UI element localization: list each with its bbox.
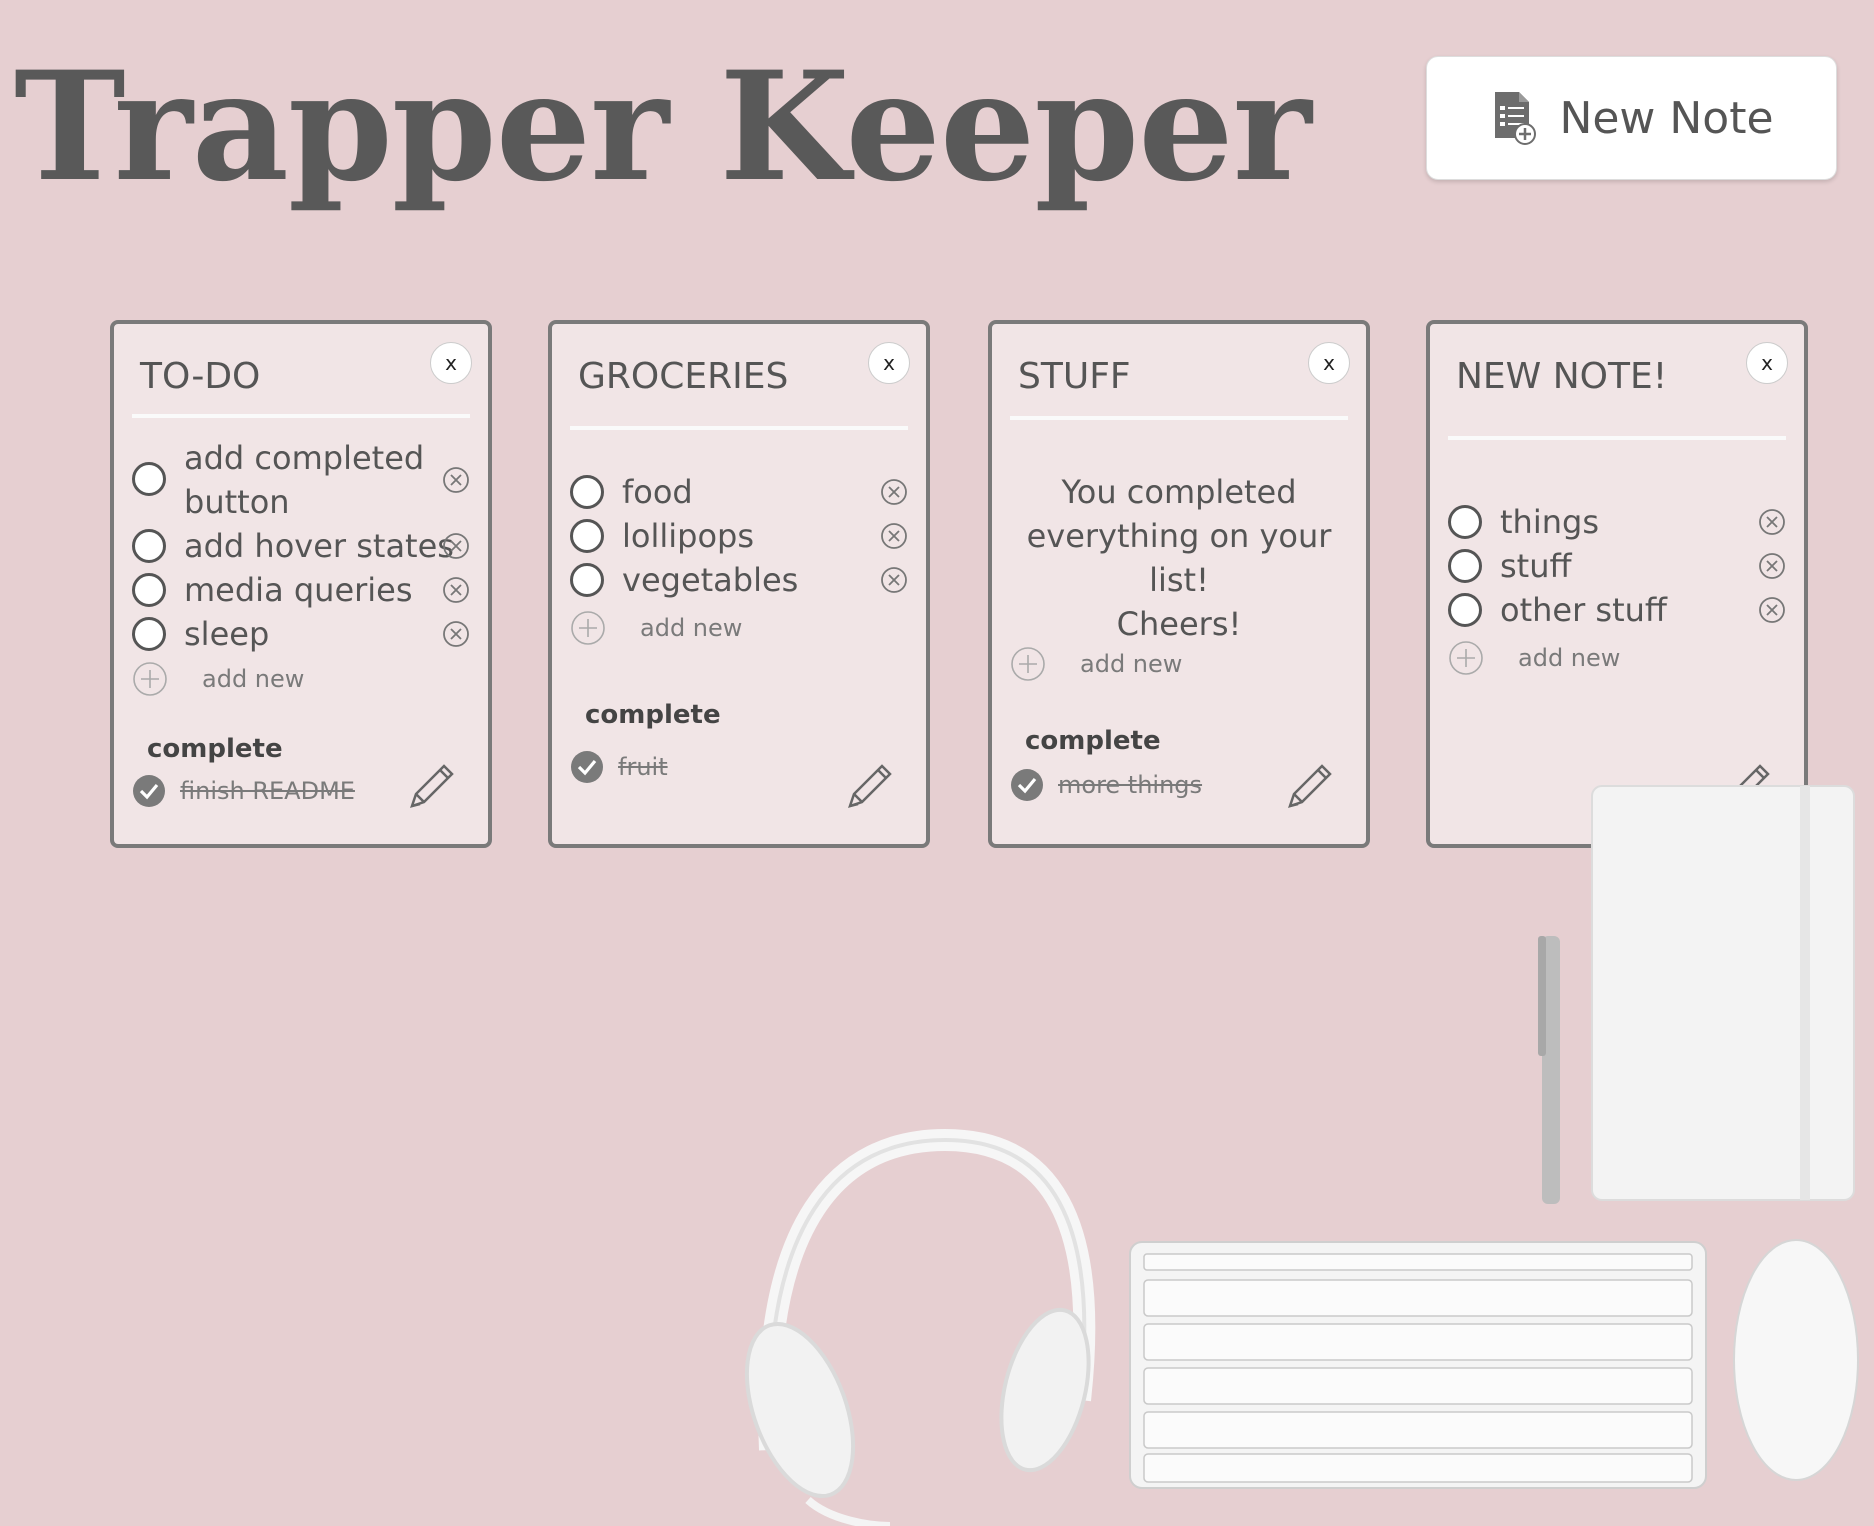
item-checkbox[interactable]	[132, 573, 166, 607]
item-checkbox[interactable]	[132, 529, 166, 563]
pen-image	[1538, 936, 1560, 1204]
plus-circle-icon	[1448, 640, 1484, 676]
headphones-image	[744, 1128, 1096, 1526]
empty-message-line: everything on your list!	[1026, 517, 1332, 599]
add-new-label[interactable]: add new	[1518, 640, 1620, 676]
complete-heading: complete	[147, 734, 283, 764]
new-note-label: New Note	[1559, 92, 1774, 144]
list-item: add hover states	[132, 524, 474, 568]
item-text[interactable]: stuff	[1500, 544, 1572, 588]
new-note-button[interactable]: New Note	[1426, 56, 1837, 180]
check-circle-icon[interactable]	[132, 774, 166, 808]
list-item: add completed button	[132, 436, 474, 524]
complete-heading: complete	[1025, 726, 1161, 756]
pencil-icon[interactable]	[404, 758, 460, 814]
item-checkbox[interactable]	[570, 563, 604, 597]
item-text-continued[interactable]: button	[184, 480, 290, 524]
delete-item-icon[interactable]	[442, 576, 470, 604]
note-title: GROCERIES	[578, 356, 789, 397]
complete-heading: complete	[585, 700, 721, 730]
note-title: NEW NOTE!	[1456, 356, 1668, 397]
empty-message-line: Cheers!	[1116, 605, 1242, 643]
list-item: vegetables	[570, 558, 912, 602]
item-text[interactable]: sleep	[184, 612, 269, 656]
plus-circle-icon	[132, 661, 168, 697]
completed-item-text: finish README	[180, 777, 355, 805]
title-divider	[1448, 436, 1786, 440]
note-card-todo: TO-DO x add completed button add hover s…	[110, 320, 492, 848]
item-checkbox[interactable]	[132, 462, 166, 496]
add-new-label[interactable]: add new	[202, 661, 304, 697]
item-text[interactable]: food	[622, 470, 693, 514]
mouse-image	[1733, 1239, 1859, 1481]
delete-item-icon[interactable]	[442, 466, 470, 494]
delete-item-icon[interactable]	[442, 532, 470, 560]
title-divider	[132, 414, 470, 418]
list-item: media queries	[132, 568, 474, 612]
item-text[interactable]: media queries	[184, 568, 413, 612]
keyboard-image	[1129, 1241, 1707, 1489]
close-note-button[interactable]: x	[1746, 342, 1788, 384]
completed-item-text: fruit	[618, 753, 668, 781]
delete-item-icon[interactable]	[1758, 596, 1786, 624]
item-text[interactable]: other stuff	[1500, 588, 1667, 632]
delete-item-icon[interactable]	[880, 478, 908, 506]
title-divider	[1010, 416, 1348, 420]
app-title: Trapper Keeper	[14, 39, 1312, 215]
add-new-label[interactable]: add new	[640, 610, 742, 646]
check-circle-icon[interactable]	[570, 750, 604, 784]
item-text[interactable]: add completed	[184, 436, 424, 480]
empty-message-line: You completed	[1061, 473, 1297, 511]
empty-list-message: You completed everything on your list! C…	[1002, 470, 1356, 646]
list-item: lollipops	[570, 514, 912, 558]
list-item: food	[570, 470, 912, 514]
item-checkbox[interactable]	[570, 519, 604, 553]
note-title: TO-DO	[140, 356, 261, 397]
item-text[interactable]: vegetables	[622, 558, 798, 602]
item-checkbox[interactable]	[570, 475, 604, 509]
item-text[interactable]: add hover states	[184, 524, 454, 568]
delete-item-icon[interactable]	[1758, 508, 1786, 536]
close-note-button[interactable]: x	[868, 342, 910, 384]
item-text[interactable]: things	[1500, 500, 1599, 544]
item-checkbox[interactable]	[1448, 593, 1482, 627]
title-divider	[570, 426, 908, 430]
list-item: things	[1448, 500, 1790, 544]
plus-circle-icon	[570, 610, 606, 646]
list-item: stuff	[1448, 544, 1790, 588]
delete-item-icon[interactable]	[1758, 552, 1786, 580]
notebook-image	[1591, 785, 1855, 1201]
note-add-icon	[1495, 92, 1537, 145]
desk-background-image	[744, 785, 1859, 1526]
plus-circle-icon	[1010, 646, 1046, 682]
close-note-button[interactable]: x	[430, 342, 472, 384]
item-checkbox[interactable]	[132, 617, 166, 651]
close-note-button[interactable]: x	[1308, 342, 1350, 384]
list-item: other stuff	[1448, 588, 1790, 632]
list-item: sleep	[132, 612, 474, 656]
note-title: STUFF	[1018, 356, 1131, 397]
delete-item-icon[interactable]	[880, 566, 908, 594]
item-checkbox[interactable]	[1448, 549, 1482, 583]
delete-item-icon[interactable]	[442, 620, 470, 648]
delete-item-icon[interactable]	[880, 522, 908, 550]
item-text[interactable]: lollipops	[622, 514, 754, 558]
add-new-label[interactable]: add new	[1080, 646, 1182, 682]
item-checkbox[interactable]	[1448, 505, 1482, 539]
